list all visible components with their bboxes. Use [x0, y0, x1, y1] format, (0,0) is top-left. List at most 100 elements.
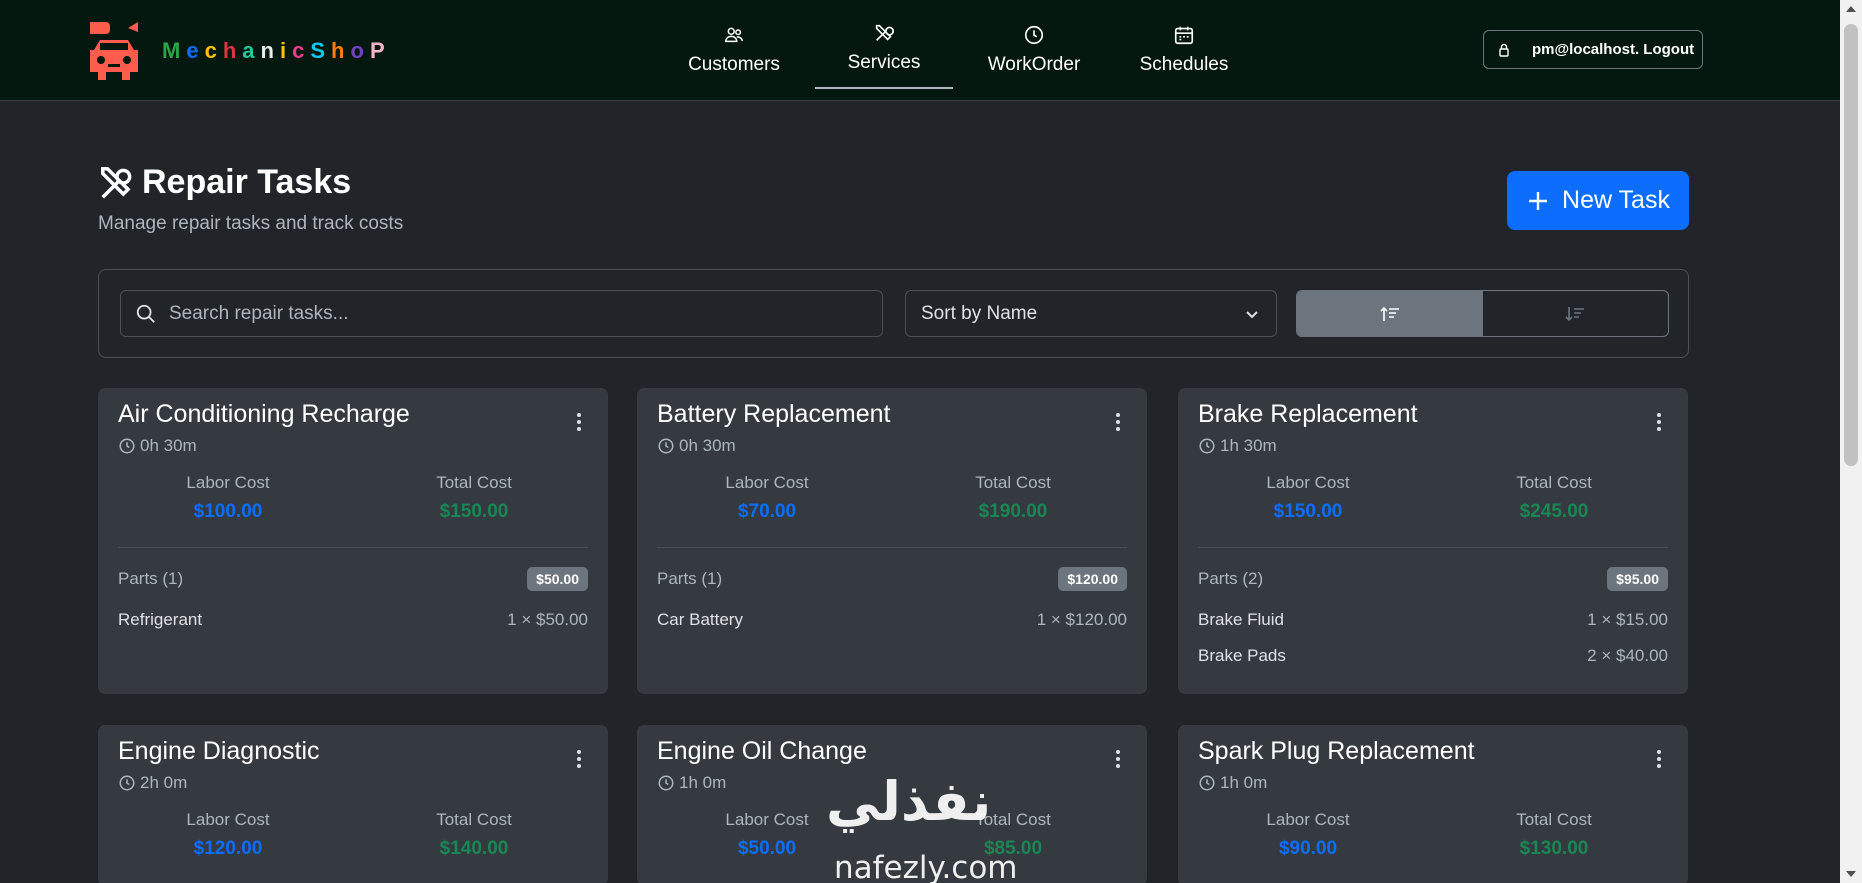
calendar-icon	[1174, 26, 1194, 45]
plus-icon	[1529, 191, 1548, 210]
labor-cost: Labor Cost $70.00	[647, 473, 887, 523]
more-options-icon[interactable]	[576, 412, 582, 432]
logout-button[interactable]: pm@localhost. Logout	[1483, 30, 1703, 69]
part-row: Refrigerant 1 × $50.00	[118, 610, 588, 630]
labor-cost-value: $70.00	[737, 501, 797, 522]
nav-workorder[interactable]: WorkOrder	[959, 0, 1109, 100]
task-card[interactable]: Battery Replacement 0h 30m Labor Cost $70.0…	[637, 388, 1147, 694]
total-cost-label: Total Cost	[436, 473, 512, 492]
chevron-down-icon	[1246, 311, 1258, 319]
scroll-up-icon[interactable]	[1846, 6, 1856, 12]
total-cost-value: $245.00	[1519, 501, 1589, 522]
more-options-icon[interactable]	[1115, 749, 1121, 769]
sort-descending-button[interactable]	[1483, 291, 1669, 336]
nav-customers-label: Customers	[688, 54, 780, 75]
brand-letter: S	[310, 38, 332, 63]
part-quantity: 1 × $50.00	[507, 610, 588, 629]
part-row: Car Battery 1 × $120.00	[657, 610, 1127, 630]
brand-letter: c	[204, 38, 223, 63]
part-name: Refrigerant	[118, 610, 203, 629]
card-divider	[1198, 547, 1668, 548]
total-cost-label: Total Cost	[975, 473, 1051, 492]
more-options-icon[interactable]	[1656, 749, 1662, 769]
part-row: Brake Pads 2 × $40.00	[1198, 646, 1668, 666]
labor-cost: Labor Cost $120.00	[108, 810, 348, 860]
task-duration-value: 1h 0m	[1220, 773, 1268, 792]
task-card-title: Air Conditioning Recharge	[118, 400, 410, 428]
task-card-title: Engine Oil Change	[657, 737, 867, 765]
clock-icon	[657, 437, 679, 455]
search-box[interactable]	[120, 290, 883, 337]
new-task-label: New Task	[1562, 186, 1670, 214]
brand[interactable]: MechanicShoP	[86, 20, 391, 82]
task-duration-value: 2h 0m	[140, 773, 188, 792]
labor-cost: Labor Cost $90.00	[1188, 810, 1428, 860]
nav-services[interactable]: Services	[809, 0, 959, 100]
nav-schedules-label: Schedules	[1139, 54, 1229, 75]
sort-select[interactable]: Sort by Name	[905, 290, 1277, 337]
part-name: Brake Fluid	[1198, 610, 1284, 629]
watermark: نفذلي nafezly.com	[826, 770, 1036, 883]
parts-label: Parts (1)	[118, 569, 184, 588]
new-task-button[interactable]: New Task	[1507, 171, 1689, 230]
watermark-arabic: نفذلي	[826, 770, 992, 833]
total-cost: Total Cost $190.00	[893, 473, 1133, 523]
task-card[interactable]: Engine Diagnostic 2h 0m Labor Cost $120.00 T…	[98, 725, 608, 883]
more-options-icon[interactable]	[1656, 412, 1662, 432]
nav-customers[interactable]: Customers	[659, 0, 809, 100]
lock-icon	[1499, 43, 1509, 57]
labor-cost-value: $150.00	[1273, 501, 1343, 522]
mechanic-car-logo-icon	[86, 20, 142, 82]
total-cost: Total Cost $130.00	[1434, 810, 1674, 860]
part-quantity: 2 × $40.00	[1587, 646, 1668, 665]
brand-letter: M	[162, 38, 187, 63]
more-options-icon[interactable]	[1115, 412, 1121, 432]
sort-up-icon	[1380, 306, 1399, 321]
nav-workorder-label: WorkOrder	[987, 54, 1081, 75]
brand-letter: c	[292, 38, 311, 63]
task-duration: 1h 0m	[1198, 773, 1267, 793]
scroll-down-icon[interactable]	[1846, 871, 1856, 877]
nav-schedules[interactable]: Schedules	[1109, 0, 1259, 100]
task-duration: 1h 0m	[657, 773, 726, 793]
total-cost-label: Total Cost	[1516, 810, 1592, 829]
labor-cost-value: $100.00	[193, 501, 263, 522]
labor-cost-label: Labor Cost	[1266, 473, 1350, 492]
sort-ascending-button[interactable]	[1297, 291, 1483, 336]
labor-cost-value: $90.00	[1278, 838, 1338, 859]
brand-name: MechanicShoP	[162, 38, 391, 64]
part-name: Brake Pads	[1198, 646, 1286, 665]
watermark-latin: nafezly.com	[834, 850, 1018, 883]
more-options-icon[interactable]	[576, 749, 582, 769]
task-card[interactable]: Spark Plug Replacement 1h 0m Labor Cost $90…	[1178, 725, 1688, 883]
total-cost-value: $140.00	[439, 838, 509, 859]
labor-cost-label: Labor Cost	[1266, 810, 1350, 829]
task-duration: 0h 30m	[118, 436, 197, 456]
brand-letter: e	[186, 38, 205, 63]
parts-total-badge: $95.00	[1607, 567, 1668, 591]
task-duration: 0h 30m	[657, 436, 736, 456]
labor-cost-label: Labor Cost	[186, 473, 270, 492]
card-divider	[657, 547, 1127, 548]
brand-letter: o	[350, 38, 370, 63]
filter-panel: Sort by Name	[98, 269, 1689, 358]
task-duration-value: 0h 30m	[140, 436, 197, 455]
task-card[interactable]: Brake Replacement 1h 30m Labor Cost $150.00…	[1178, 388, 1688, 694]
task-card[interactable]: Air Conditioning Recharge 0h 30m Labor Cos…	[98, 388, 608, 694]
search-icon	[136, 304, 155, 323]
total-cost-value: $190.00	[978, 501, 1048, 522]
total-cost-label: Total Cost	[436, 810, 512, 829]
clock-icon	[118, 774, 140, 792]
scroll-thumb[interactable]	[1844, 24, 1858, 466]
task-card-title: Battery Replacement	[657, 400, 891, 428]
task-duration: 1h 30m	[1198, 436, 1277, 456]
labor-cost-value: $120.00	[193, 838, 263, 859]
card-divider	[118, 547, 588, 548]
page-scrollbar[interactable]	[1840, 0, 1862, 883]
search-input[interactable]	[169, 302, 849, 325]
page-title-text: Repair Tasks	[142, 163, 352, 201]
brand-letter: a	[242, 38, 261, 63]
main-nav: Customers Services WorkOrder Schedules	[659, 0, 1259, 100]
labor-cost-label: Labor Cost	[186, 810, 270, 829]
brand-letter: h	[222, 38, 243, 63]
